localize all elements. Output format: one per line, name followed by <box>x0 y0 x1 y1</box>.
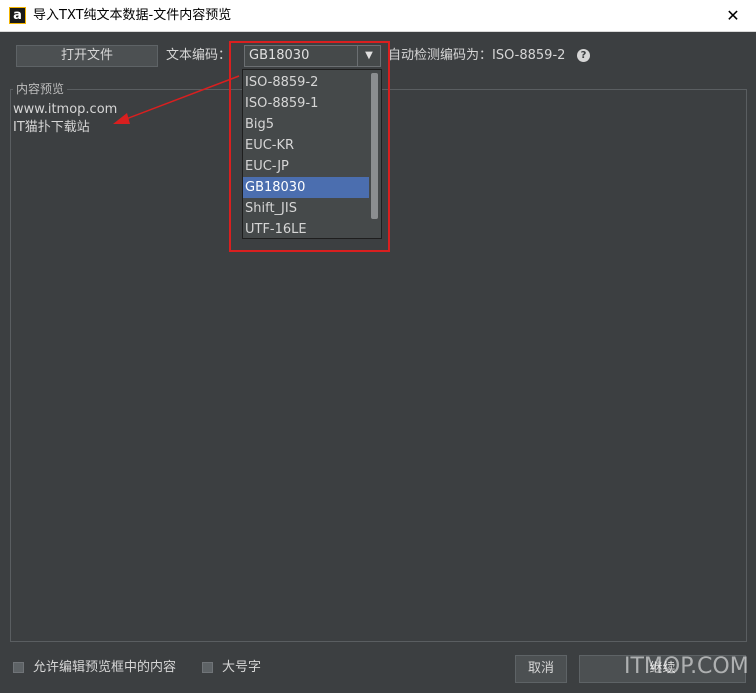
annotation-highlight-box <box>229 41 390 252</box>
open-file-button[interactable]: 打开文件 <box>16 45 158 67</box>
encoding-label: 文本编码： <box>166 48 232 63</box>
large-font-label: 大号字 <box>222 660 262 675</box>
preview-legend: 内容预览 <box>13 82 68 97</box>
cancel-button[interactable]: 取消 <box>515 655 567 683</box>
app-logo-icon: a <box>9 7 26 24</box>
large-font-checkbox[interactable] <box>202 662 213 673</box>
close-button[interactable]: ✕ <box>710 0 756 31</box>
detected-encoding-text: 自动检测编码为：ISO-8859-2 <box>388 48 566 63</box>
allow-edit-label: 允许编辑预览框中的内容 <box>33 660 177 675</box>
preview-line: IT猫扑下载站 <box>13 120 90 135</box>
help-icon[interactable]: ? <box>577 49 590 62</box>
preview-line: www.itmop.com <box>13 102 118 117</box>
window-title: 导入TXT纯文本数据-文件内容预览 <box>33 8 232 23</box>
watermark: ITMOP.COM <box>624 654 749 679</box>
title-bar: a 导入TXT纯文本数据-文件内容预览 ✕ <box>0 0 756 32</box>
preview-text-area[interactable]: www.itmop.com IT猫扑下载站 <box>13 101 117 137</box>
allow-edit-checkbox[interactable] <box>13 662 24 673</box>
